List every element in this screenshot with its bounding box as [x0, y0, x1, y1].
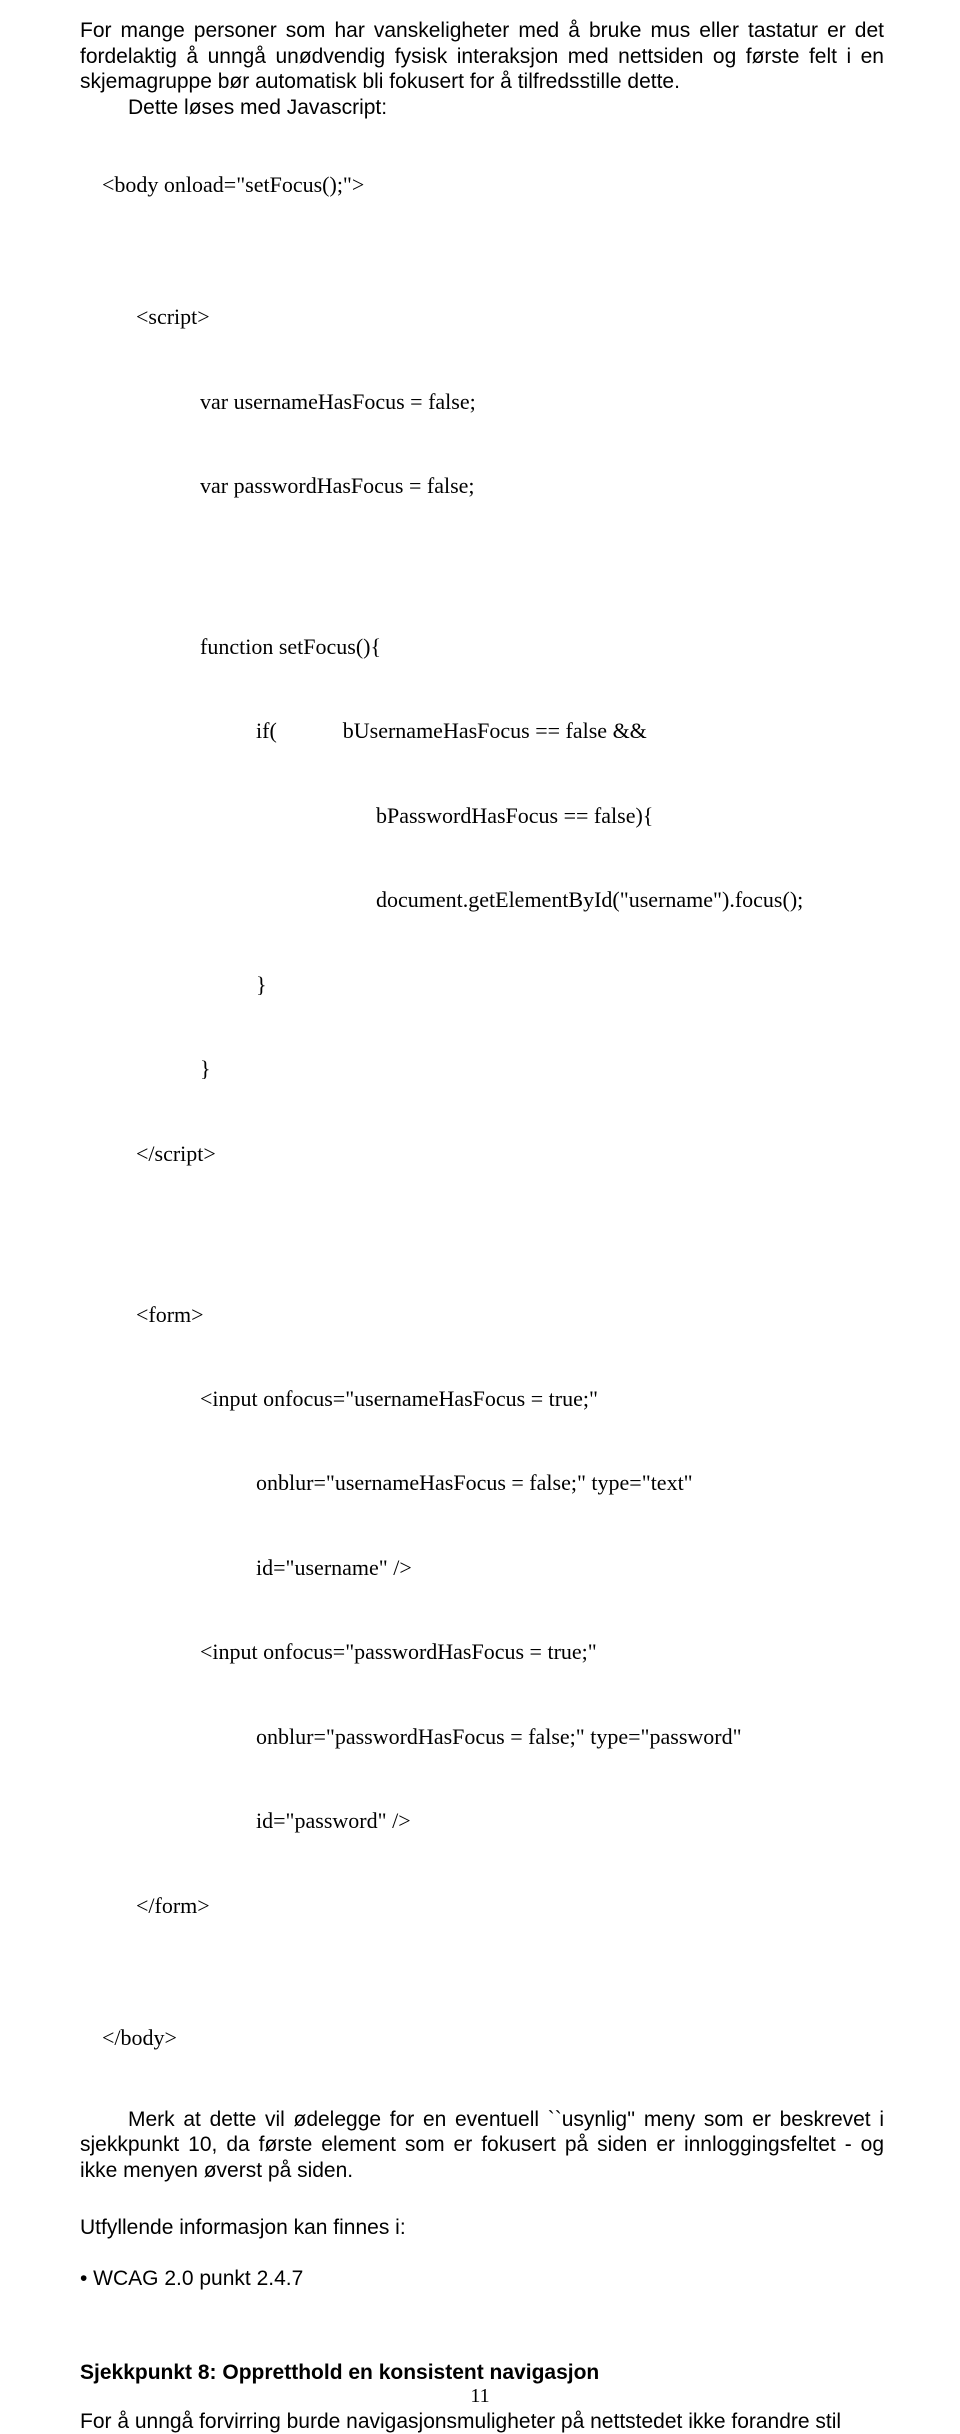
note-text: Merk at dette vil ødelegge for en eventu… — [80, 2108, 884, 2182]
section-body-text: For å unngå forvirring burde navigasjons… — [80, 2410, 841, 2433]
references-bullet: • WCAG 2.0 punkt 2.4.7 — [80, 2267, 884, 2291]
code-line-if: if( bUsernameHasFocus == false && — [256, 717, 884, 745]
intro-paragraph-1: For mange personer som har vanskelighete… — [80, 18, 884, 95]
code-line-var1: var usernameHasFocus = false; — [200, 388, 884, 416]
code-line-input2: <input onfocus="passwordHasFocus = true;… — [200, 1638, 884, 1666]
code-line-script-close: </script> — [136, 1140, 884, 1168]
code-line-input2-onblur: onblur="passwordHasFocus = false;" type=… — [256, 1723, 884, 1751]
references-heading: Utfyllende informasjon kan finnes i: — [80, 2214, 884, 2241]
intro-text-1: For mange personer som har vanskelighete… — [80, 19, 884, 93]
code-line-close-func: } — [200, 1055, 884, 1083]
code-line-script-open: <script> — [136, 303, 884, 331]
code-line-func: function setFocus(){ — [200, 633, 884, 661]
code-block: <body onload="setFocus();"> <script> var… — [80, 142, 884, 2080]
code-line-var2: var passwordHasFocus = false; — [200, 472, 884, 500]
section-heading: Sjekkpunkt 8: Oppretthold en konsistent … — [80, 2361, 884, 2385]
code-line-body-close: </body> — [102, 2025, 177, 2050]
section-body: For å unngå forvirring burde navigasjons… — [80, 2409, 884, 2434]
code-line-input1: <input onfocus="usernameHasFocus = true;… — [200, 1385, 884, 1413]
code-line-input1-onblur: onblur="usernameHasFocus = false;" type=… — [256, 1469, 884, 1497]
page-number: 11 — [0, 2385, 960, 2408]
code-line-input2-id: id="password" /> — [256, 1807, 884, 1835]
code-line-form-close: </form> — [136, 1892, 884, 1920]
intro-text-2: Dette løses med Javascript: — [128, 96, 387, 119]
note-paragraph: Merk at dette vil ødelegge for en eventu… — [80, 2107, 884, 2184]
intro-paragraph-2: Dette løses med Javascript: — [80, 95, 884, 121]
code-if-cond1: bUsernameHasFocus == false && — [343, 718, 647, 743]
code-line-input1-id: id="username" /> — [256, 1554, 884, 1582]
code-if-keyword: if( — [256, 718, 277, 743]
code-line-close-if: } — [256, 971, 884, 999]
code-line-focus: document.getElementById("username").focu… — [376, 886, 884, 914]
code-line-form-open: <form> — [136, 1301, 884, 1329]
code-line-body-open: <body onload="setFocus();"> — [102, 172, 364, 197]
code-line-if-cont: bPasswordHasFocus == false){ — [376, 802, 884, 830]
